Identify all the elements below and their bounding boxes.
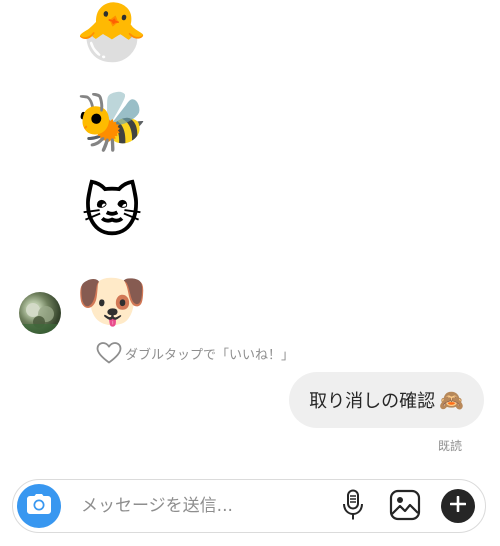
message-emoji-chick[interactable]: 🐣 xyxy=(72,2,152,60)
like-hint-text: ダブルタップで「いいね！」 xyxy=(125,347,295,363)
gallery-icon xyxy=(389,489,421,525)
plus-icon xyxy=(449,495,467,516)
message-input[interactable] xyxy=(81,492,321,520)
message-emoji-bee[interactable]: 🐝 xyxy=(72,92,152,150)
microphone-button[interactable] xyxy=(336,489,370,525)
message-emoji-dog[interactable]: 🐶 xyxy=(72,272,152,330)
camera-button[interactable] xyxy=(17,484,61,528)
sent-message-text: 取り消しの確認 xyxy=(309,391,436,412)
heart-outline-icon[interactable] xyxy=(96,341,122,365)
sent-message-bubble[interactable]: 取り消しの確認 🙈 xyxy=(289,372,484,428)
message-composer xyxy=(12,479,486,533)
microphone-icon xyxy=(342,489,364,525)
message-emoji-cat[interactable]: 🐱 xyxy=(72,182,152,240)
plus-button[interactable] xyxy=(441,489,475,523)
camera-icon xyxy=(26,493,52,519)
like-hint: ダブルタップで「いいね！」 xyxy=(96,341,294,365)
read-status: 既読 xyxy=(437,439,462,453)
see-no-evil-monkey-emoji: 🙈 xyxy=(439,388,464,412)
avatar[interactable] xyxy=(19,292,61,334)
gallery-button[interactable] xyxy=(388,489,422,525)
